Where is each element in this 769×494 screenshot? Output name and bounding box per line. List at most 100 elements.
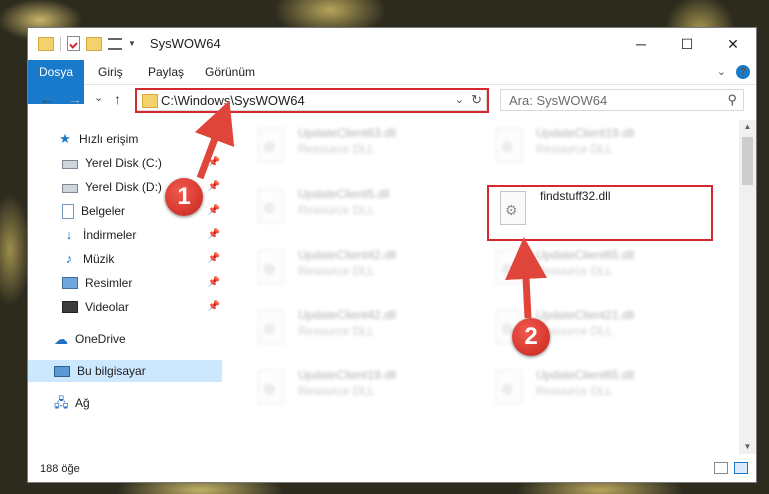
pin-icon[interactable]: 📌 <box>208 229 220 240</box>
sidebar-item-music[interactable]: ♪ Müzik 📌 <box>28 248 222 270</box>
file-item[interactable]: UpdateClient5.dll Resource DLL <box>248 185 448 229</box>
tab-view[interactable]: Görünüm <box>205 60 255 84</box>
tab-home[interactable]: Giriş <box>98 60 123 84</box>
back-arrow-icon[interactable]: ← <box>40 91 54 107</box>
sidebar-item-label: OneDrive <box>75 332 126 346</box>
documents-icon <box>62 203 74 219</box>
file-type: Resource DLL <box>298 203 375 217</box>
file-item[interactable]: UpdateClient19.dll Resource DLL <box>248 366 448 410</box>
sidebar-item-quick-access[interactable]: ★ Hızlı erişim <box>28 128 222 150</box>
search-placeholder: Ara: SysWOW64 <box>509 93 608 108</box>
forward-arrow-icon[interactable]: → <box>68 91 82 107</box>
tab-share[interactable]: Paylaş <box>148 60 184 84</box>
sidebar-item-disk-c[interactable]: Yerel Disk (C:) 📌 <box>28 152 222 174</box>
pin-icon[interactable]: 📌 <box>208 253 220 264</box>
dll-file-icon <box>258 250 284 284</box>
ribbon-tabs: Dosya Giriş Paylaş Görünüm ⌄ ? <box>28 60 756 104</box>
drive-icon <box>62 160 78 169</box>
videos-icon <box>62 301 78 313</box>
navigation-pane: ★ Hızlı erişim Yerel Disk (C:) 📌 Yerel D… <box>28 124 222 414</box>
chevron-down-icon[interactable]: ▼ <box>128 39 136 48</box>
file-item[interactable]: UpdateClient19.dll Resource DLL <box>486 124 686 168</box>
title-bar: ▼ SysWOW64 ─ ☐ ✕ <box>28 28 756 60</box>
file-name: UpdateClient19.dll <box>536 126 635 140</box>
file-name: UpdateClient65.dll <box>536 368 635 382</box>
file-type: Resource DLL <box>298 264 375 278</box>
expand-ribbon-icon[interactable]: ⌄ <box>717 65 726 78</box>
file-name: UpdateClient42.dll <box>298 248 397 262</box>
step-1-marker: 1 <box>165 178 203 216</box>
pin-icon[interactable]: 📌 <box>208 277 220 288</box>
sidebar-item-label: Müzik <box>83 252 115 266</box>
help-icon[interactable]: ? <box>736 65 750 79</box>
sidebar-item-this-pc[interactable]: Bu bilgisayar <box>28 360 222 382</box>
status-bar: 188 öğe <box>28 456 756 482</box>
file-type: Resource DLL <box>536 142 613 156</box>
sidebar-item-onedrive[interactable]: ☁ OneDrive <box>28 328 222 350</box>
file-type: Resource DLL <box>298 142 375 156</box>
dll-file-icon <box>258 189 284 223</box>
sidebar-item-label: Resimler <box>85 276 133 290</box>
sidebar-item-downloads[interactable]: ↓ İndirmeler 📌 <box>28 224 222 246</box>
file-name: UpdateClient42.dll <box>298 308 397 322</box>
pictures-icon <box>62 277 78 289</box>
large-icons-view-icon[interactable] <box>734 462 748 474</box>
search-input[interactable]: Ara: SysWOW64 ⚲ <box>500 89 744 111</box>
quick-access-toolbar: ▼ SysWOW64 <box>38 36 221 51</box>
item-count: 188 öğe <box>40 463 80 475</box>
dll-file-icon <box>258 310 284 344</box>
file-type: Resource DLL <box>298 384 375 398</box>
properties-icon[interactable] <box>67 36 80 51</box>
step-2-marker: 2 <box>512 318 550 356</box>
up-arrow-icon[interactable]: ↑ <box>114 91 121 107</box>
network-icon: 🖧 <box>54 395 69 410</box>
file-name: UpdateClient21.dll <box>536 308 635 322</box>
file-item[interactable]: UpdateClient65.dll Resource DLL <box>486 366 686 410</box>
sidebar-item-label: İndirmeler <box>83 228 137 242</box>
computer-icon <box>54 365 70 377</box>
details-view-icon[interactable] <box>714 462 728 474</box>
file-name: UpdateClient63.dll <box>298 126 397 140</box>
window-controls: ─ ☐ ✕ <box>618 28 756 60</box>
vertical-scrollbar[interactable]: ▲ ▼ <box>739 120 756 454</box>
sidebar-item-pictures[interactable]: Resimler 📌 <box>28 272 222 294</box>
file-type: Resource DLL <box>536 264 613 278</box>
file-item[interactable]: UpdateClient63.dll Resource DLL <box>248 124 448 168</box>
music-icon: ♪ <box>65 251 73 266</box>
pin-icon[interactable]: 📌 <box>208 157 220 168</box>
dll-file-icon <box>496 128 522 162</box>
explorer-window: ▼ SysWOW64 ─ ☐ ✕ Dosya Giriş Paylaş Görü… <box>27 27 757 483</box>
dll-file-icon <box>496 370 522 404</box>
cloud-icon: ☁ <box>54 331 68 347</box>
sidebar-item-videos[interactable]: Videolar 📌 <box>28 296 222 318</box>
sidebar-item-label: Yerel Disk (C:) <box>85 156 162 170</box>
window-title: SysWOW64 <box>149 36 221 51</box>
file-name: UpdateClient5.dll <box>298 187 390 201</box>
dll-file-icon <box>258 128 284 162</box>
sidebar-item-label: Belgeler <box>81 204 126 218</box>
search-icon[interactable]: ⚲ <box>727 92 737 108</box>
sidebar-item-label: Ağ <box>75 396 90 410</box>
pin-icon[interactable]: 📌 <box>208 205 220 216</box>
pin-icon[interactable]: 📌 <box>208 181 220 192</box>
minimize-button[interactable]: ─ <box>618 28 664 60</box>
close-button[interactable]: ✕ <box>710 28 756 60</box>
navigation-bar: ← → ⌄ ↑ C:\Windows\SysWOW64 ⌄ ↻ Ara: Sys… <box>28 85 756 117</box>
recent-locations-icon[interactable]: ⌄ <box>94 91 103 104</box>
scroll-down-icon[interactable]: ▼ <box>739 440 756 454</box>
sidebar-item-network[interactable]: 🖧 Ağ <box>28 392 222 414</box>
maximize-button[interactable]: ☐ <box>664 28 710 60</box>
file-item[interactable]: UpdateClient65.dll Resource DLL <box>486 246 686 290</box>
view-switcher <box>714 462 748 474</box>
pin-icon[interactable]: 📌 <box>208 301 220 312</box>
file-type: Resource DLL <box>536 384 613 398</box>
scroll-up-icon[interactable]: ▲ <box>739 120 756 134</box>
customize-toolbar-icon[interactable] <box>108 37 122 50</box>
address-highlight-box <box>135 88 489 113</box>
sidebar-item-label: Bu bilgisayar <box>77 364 146 378</box>
new-folder-icon[interactable] <box>86 36 102 51</box>
download-icon: ↓ <box>65 227 73 242</box>
file-item[interactable]: UpdateClient42.dll Resource DLL <box>248 246 448 290</box>
scroll-thumb[interactable] <box>742 137 753 185</box>
file-item[interactable]: UpdateClient42.dll Resource DLL <box>248 306 448 350</box>
